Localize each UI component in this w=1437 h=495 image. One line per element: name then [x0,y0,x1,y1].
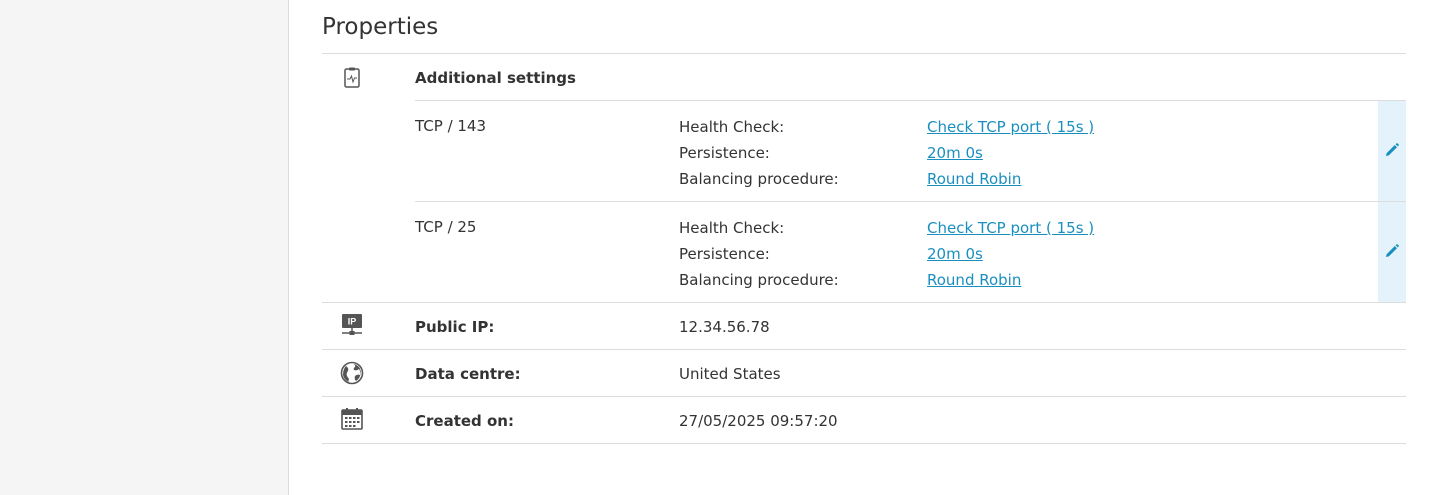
persistence-link[interactable]: 20m 0s [927,144,983,162]
balancing-label: Balancing procedure: [679,271,839,289]
calendar-icon [340,407,364,431]
page-title: Properties [322,14,439,40]
persistence-label: Persistence: [679,144,770,162]
additional-settings-label: Additional settings [415,69,576,87]
health-check-link[interactable]: Check TCP port ( 15s ) [927,118,1094,136]
left-sidebar [0,0,289,495]
pencil-icon [1385,142,1399,161]
divider [322,349,1406,350]
health-check-label: Health Check: [679,219,785,237]
clipboard-pulse-icon [340,65,364,89]
data-centre-value: United States [679,365,781,383]
balancing-label: Balancing procedure: [679,170,839,188]
divider [415,100,1406,101]
health-check-link[interactable]: Check TCP port ( 15s ) [927,219,1094,237]
divider [322,53,1406,54]
persistence-label: Persistence: [679,245,770,263]
created-on-label: Created on: [415,412,514,430]
divider [322,443,1406,444]
public-ip-label: Public IP: [415,318,495,336]
created-on-value: 27/05/2025 09:57:20 [679,412,838,430]
edit-rule-button[interactable] [1378,101,1406,201]
divider [415,201,1406,202]
health-check-label: Health Check: [679,118,785,136]
ip-icon-text: IP [348,317,357,327]
divider [322,396,1406,397]
rule-name: TCP / 25 [415,218,477,236]
persistence-link[interactable]: 20m 0s [927,245,983,263]
rule-name: TCP / 143 [415,117,487,135]
balancing-link[interactable]: Round Robin [927,271,1021,289]
edit-rule-button[interactable] [1378,202,1406,302]
data-centre-label: Data centre: [415,365,521,383]
pencil-icon [1385,243,1399,262]
balancing-link[interactable]: Round Robin [927,170,1021,188]
globe-icon [340,361,364,385]
public-ip-value: 12.34.56.78 [679,318,770,336]
divider [322,302,1406,303]
network-ip-icon: IP [340,313,364,337]
